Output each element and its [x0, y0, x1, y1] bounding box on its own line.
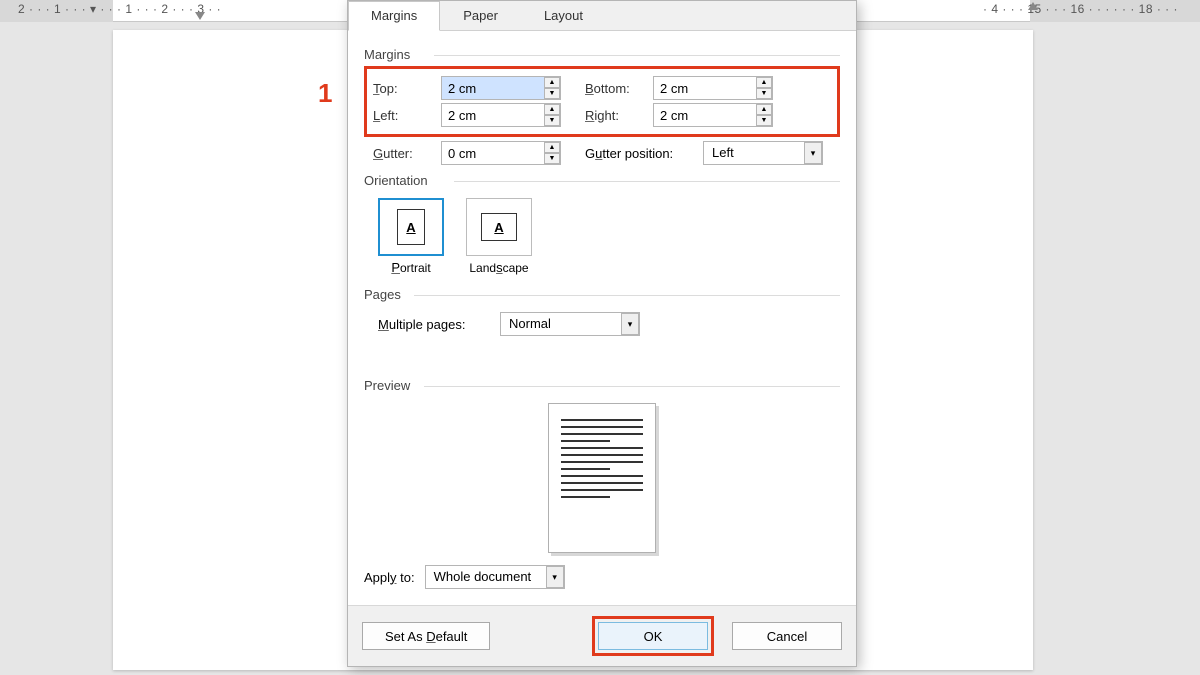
tab-margins[interactable]: Margins [348, 1, 440, 31]
section-preview: Preview [364, 378, 840, 393]
label-multiple-pages: Multiple pages: [378, 317, 478, 332]
ruler-text-right: · 4 · · · 15 · · · 16 · · · · · · 18 · ·… [983, 2, 1178, 16]
spin-up-icon[interactable]: ▲ [756, 104, 772, 115]
bottom-margin-input[interactable] [653, 76, 773, 100]
spin-up-icon[interactable]: ▲ [544, 104, 560, 115]
spin-up-icon[interactable]: ▲ [544, 77, 560, 88]
preview-area [364, 397, 840, 557]
chevron-down-icon[interactable]: ▾ [621, 313, 639, 335]
orientation-landscape-label: Landscape [466, 260, 532, 275]
multiple-pages-value: Normal [500, 312, 640, 336]
annotation-box-1: Top: ▲▼ Bottom: ▲▼ Left: ▲▼ Right: [364, 66, 840, 137]
chevron-down-icon[interactable]: ▾ [546, 566, 564, 588]
annotation-1: 1 [318, 78, 332, 109]
orientation-portrait-label: Portrait [378, 260, 444, 275]
annotation-box-2: OK [592, 616, 714, 656]
spin-down-icon[interactable]: ▼ [756, 115, 772, 126]
spin-up-icon[interactable]: ▲ [544, 142, 560, 153]
top-margin-stepper[interactable]: ▲▼ [441, 76, 561, 100]
orientation-landscape[interactable]: A Landscape [466, 198, 532, 275]
gutter-input[interactable] [441, 141, 561, 165]
section-pages: Pages [364, 287, 840, 302]
dialog-footer: Set As Default OK Cancel [348, 605, 856, 666]
apply-to-select[interactable]: Whole document ▾ [425, 565, 565, 589]
spin-down-icon[interactable]: ▼ [544, 153, 560, 164]
label-right: Right: [585, 108, 645, 123]
gutter-position-select[interactable]: Left ▾ [703, 141, 823, 165]
tab-layout[interactable]: Layout [521, 1, 606, 30]
spin-down-icon[interactable]: ▼ [756, 88, 772, 99]
orientation-portrait[interactable]: A Portrait [378, 198, 444, 275]
right-margin-input[interactable] [653, 103, 773, 127]
chevron-down-icon[interactable]: ▾ [804, 142, 822, 164]
label-gutter-position: Gutter position: [585, 146, 695, 161]
set-as-default-button[interactable]: Set As Default [362, 622, 490, 650]
spin-down-icon[interactable]: ▼ [544, 88, 560, 99]
label-left: Left: [373, 108, 433, 123]
top-margin-input[interactable] [441, 76, 561, 100]
ok-button[interactable]: OK [598, 622, 708, 650]
preview-page-icon [548, 403, 656, 553]
gutter-stepper[interactable]: ▲▼ [441, 141, 561, 165]
page-setup-dialog: Margins Paper Layout Margins Top: ▲▼ Bot… [347, 0, 857, 667]
label-gutter: Gutter: [373, 146, 433, 161]
tab-paper[interactable]: Paper [440, 1, 521, 30]
left-margin-input[interactable] [441, 103, 561, 127]
spin-up-icon[interactable]: ▲ [756, 77, 772, 88]
left-margin-stepper[interactable]: ▲▼ [441, 103, 561, 127]
bottom-margin-stepper[interactable]: ▲▼ [653, 76, 773, 100]
dialog-tabs: Margins Paper Layout [348, 1, 856, 31]
right-indent-marker-icon[interactable] [1028, 2, 1038, 10]
section-margins: Margins [364, 47, 840, 62]
dialog-body: Margins Top: ▲▼ Bottom: ▲▼ Left: ▲▼ [348, 31, 856, 605]
cancel-button[interactable]: Cancel [732, 622, 842, 650]
label-bottom: Bottom: [585, 81, 645, 96]
label-apply-to: Apply to: [364, 570, 415, 585]
indent-marker-icon[interactable] [195, 12, 205, 20]
section-orientation: Orientation [364, 173, 840, 188]
apply-to-value: Whole document [425, 565, 565, 589]
multiple-pages-select[interactable]: Normal ▾ [500, 312, 640, 336]
ruler-text-left: 2 · · · 1 · · · ▾ · · · 1 · · · 2 · · · … [18, 2, 221, 16]
label-top: Top: [373, 81, 433, 96]
right-margin-stepper[interactable]: ▲▼ [653, 103, 773, 127]
spin-down-icon[interactable]: ▼ [544, 115, 560, 126]
